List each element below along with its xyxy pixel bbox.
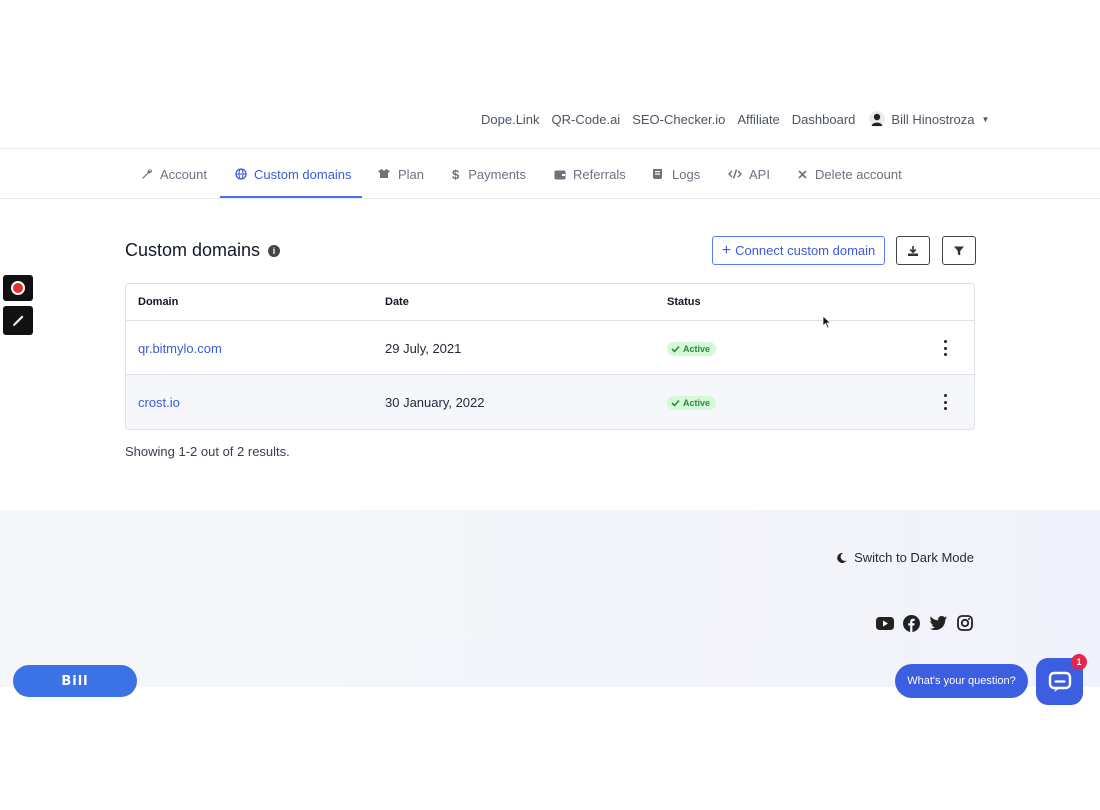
box-icon — [378, 169, 390, 178]
tab-delete-account[interactable]: Delete account — [797, 149, 902, 199]
wrench-icon — [142, 169, 152, 179]
date-cell: 30 January, 2022 — [385, 395, 485, 410]
table-header: Domain Date Status — [126, 284, 974, 321]
user-name: Bill Hinostroza — [891, 111, 975, 127]
table-row: qr.bitmylo.com 29 July, 2021 Active — [126, 321, 974, 375]
globe-icon — [235, 168, 247, 180]
moon-icon — [837, 552, 847, 563]
tab-label: Custom domains — [254, 166, 352, 182]
status-text: Active — [683, 344, 711, 354]
presenter-name-button[interactable]: Bill — [13, 665, 137, 697]
instagram-icon[interactable] — [956, 614, 974, 632]
check-icon — [671, 345, 680, 353]
draw-button[interactable] — [3, 306, 33, 335]
chat-icon — [1048, 671, 1071, 692]
tab-label: Payments — [468, 166, 527, 182]
close-icon — [798, 169, 807, 179]
tab-label: Plan — [398, 166, 425, 182]
nav-link-qrcode[interactable]: QR-Code.ai — [552, 112, 621, 127]
domains-table: Domain Date Status qr.bitmylo.com 29 Jul… — [125, 283, 975, 430]
tab-label: Logs — [672, 166, 701, 182]
row-actions-button[interactable] — [942, 340, 948, 356]
scroll-icon — [653, 169, 662, 179]
top-navbar: Dope.Link QR-Code.ai SEO-Checker.io Affi… — [0, 0, 1100, 149]
tab-referrals[interactable]: Referrals — [554, 149, 626, 199]
tab-payments[interactable]: $ Payments — [452, 149, 526, 199]
dark-mode-label: Switch to Dark Mode — [854, 550, 974, 565]
tab-api[interactable]: API — [728, 149, 770, 199]
nav-link-affiliate[interactable]: Affiliate — [737, 112, 779, 127]
tab-logs[interactable]: Logs — [652, 149, 700, 199]
user-menu[interactable]: Bill Hinostroza ▼ — [869, 111, 989, 127]
info-icon[interactable]: i — [268, 244, 281, 257]
nav-link-dashboard[interactable]: Dashboard — [792, 112, 856, 127]
avatar — [869, 111, 886, 127]
connect-label: Connect custom domain — [735, 243, 876, 258]
mouse-cursor-icon — [822, 315, 832, 329]
social-links — [876, 614, 982, 632]
connect-custom-domain-button[interactable]: + Connect custom domain — [712, 236, 885, 265]
tab-custom-domains[interactable]: Custom domains — [235, 149, 352, 199]
account-tabs: Account Custom domains Plan $ Payments R… — [0, 149, 1100, 199]
row-actions-button[interactable] — [942, 394, 948, 410]
pen-icon — [13, 315, 24, 326]
page-title-text: Custom domains — [125, 240, 261, 260]
date-cell: 29 July, 2021 — [385, 341, 462, 356]
download-icon — [908, 245, 918, 256]
download-button[interactable] — [896, 236, 930, 265]
nav-link-dopelink[interactable]: Dope.Link — [481, 112, 540, 127]
record-button[interactable] — [3, 275, 33, 301]
twitter-icon[interactable] — [929, 614, 947, 632]
header-status: Status — [667, 296, 701, 308]
header-date: Date — [385, 296, 409, 308]
caret-down-icon: ▼ — [981, 114, 990, 124]
active-tab-indicator — [220, 196, 362, 198]
filter-button[interactable] — [942, 236, 976, 265]
wallet-icon — [554, 170, 566, 179]
tab-label: Delete account — [815, 166, 902, 182]
tab-account[interactable]: Account — [141, 149, 207, 199]
table-row: crost.io 30 January, 2022 Active — [126, 375, 974, 429]
tab-plan[interactable]: Plan — [377, 149, 424, 199]
tab-label: Referrals — [573, 166, 626, 182]
tab-label: Account — [160, 166, 207, 182]
header-domain: Domain — [138, 296, 179, 308]
record-icon — [11, 281, 25, 295]
code-icon — [728, 169, 742, 179]
footer: Switch to Dark Mode — [0, 510, 1100, 687]
tab-label: API — [749, 166, 770, 182]
domain-link[interactable]: crost.io — [138, 395, 180, 410]
plus-icon: + — [721, 241, 732, 259]
top-links: Dope.Link QR-Code.ai SEO-Checker.io Affi… — [481, 111, 989, 127]
status-badge: Active — [667, 396, 717, 410]
filter-icon — [954, 246, 964, 255]
domain-link[interactable]: qr.bitmylo.com — [138, 341, 222, 356]
results-summary: Showing 1-2 out of 2 results. — [125, 444, 290, 459]
dollar-icon: $ — [452, 166, 460, 182]
page-title: Custom domains i — [125, 240, 281, 261]
notification-badge: 1 — [1071, 654, 1087, 670]
facebook-icon[interactable] — [903, 614, 921, 632]
check-icon — [671, 399, 680, 407]
chat-prompt-bubble[interactable]: What's your question? — [895, 664, 1028, 698]
status-badge: Active — [667, 342, 717, 356]
nav-link-seochecker[interactable]: SEO-Checker.io — [632, 112, 725, 127]
dark-mode-toggle[interactable]: Switch to Dark Mode — [836, 550, 974, 565]
youtube-icon[interactable] — [876, 614, 894, 632]
status-text: Active — [683, 398, 711, 408]
